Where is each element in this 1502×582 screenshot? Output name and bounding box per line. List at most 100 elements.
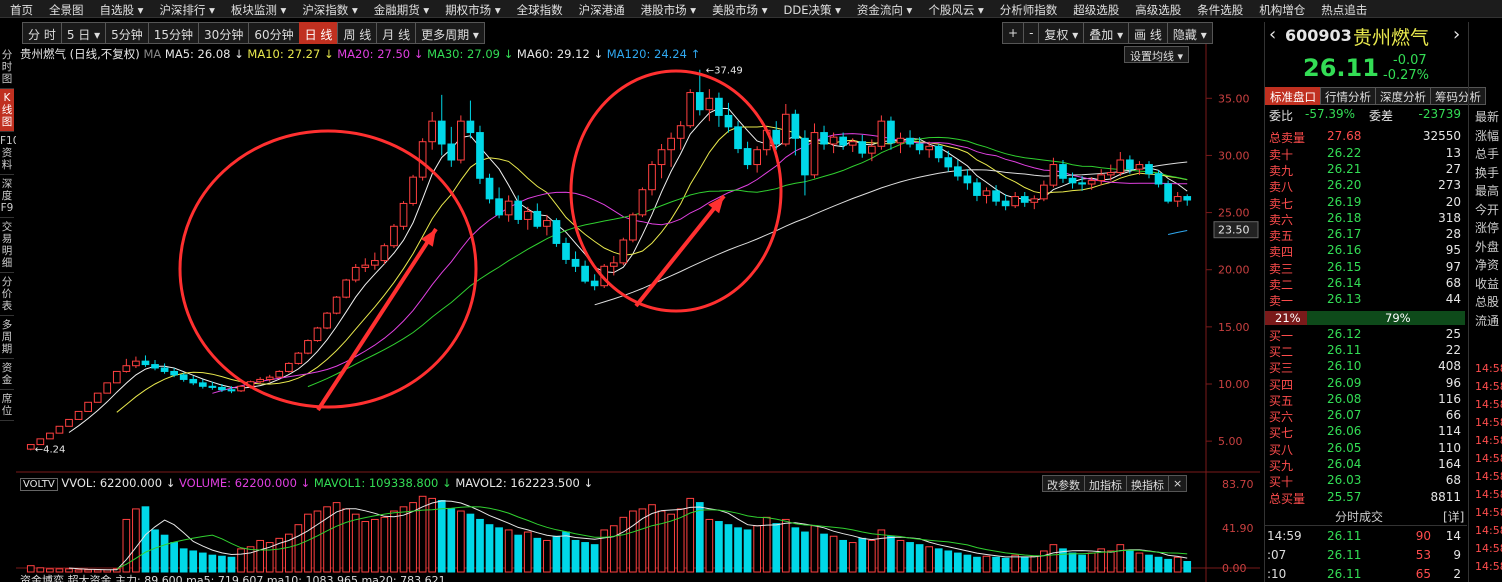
down-arrow-icon: ↓ — [413, 47, 424, 61]
ticks-detail-link[interactable]: [详] — [1443, 508, 1464, 525]
chart-tool-button[interactable]: - — [1023, 22, 1040, 44]
left-tab[interactable]: 多周期 — [0, 316, 14, 359]
kline-chart-area[interactable]: 35.00 30.00 25.00 20.00 15.00 10.00 5.00 23.50 8… — [16, 44, 1260, 582]
menu-item[interactable]: 金融期货 ▾ — [364, 0, 435, 17]
menu-item[interactable]: 沪深排行 ▾ — [149, 0, 220, 17]
add-indicator-button[interactable]: 加指标 — [1084, 475, 1127, 492]
bid-label: 买五 — [1269, 393, 1294, 408]
candle-body — [265, 376, 274, 380]
menu-item[interactable]: 资金流向 ▾ — [847, 0, 918, 17]
period-tab[interactable]: 60分钟 — [248, 22, 300, 44]
left-tab[interactable]: 交易明细 — [0, 218, 14, 273]
left-tab[interactable]: 席位 — [0, 390, 14, 421]
menu-item[interactable]: 个股风云 ▾ — [918, 0, 989, 17]
candle-body — [552, 220, 561, 244]
set-ma-button[interactable]: 设置均线 ▾ — [1124, 46, 1190, 63]
ratio-right: 79% — [1385, 310, 1411, 325]
volume-bar — [1164, 558, 1172, 573]
chart-tool-button[interactable]: 隐藏 ▾ — [1166, 22, 1213, 44]
menu-item[interactable]: 板块监测 ▾ — [221, 0, 292, 17]
candle-body — [906, 137, 914, 145]
left-tab[interactable]: F10资料 — [0, 132, 19, 175]
volume-bar — [896, 539, 905, 573]
menu-item[interactable]: 超级选股 — [1063, 0, 1125, 17]
period-tab[interactable]: 更多周期 ▾ — [415, 22, 485, 44]
low-price-label: ←4.24 — [35, 444, 66, 455]
tick-count: 9 — [1453, 548, 1461, 562]
menu-item[interactable]: 全景图 — [39, 0, 90, 17]
ask-label: 卖二 — [1269, 278, 1294, 292]
side-field-label: 流通 — [1475, 313, 1500, 328]
left-tab[interactable]: 分价表 — [0, 273, 14, 316]
menu-item[interactable]: 自选股 ▾ — [90, 0, 150, 17]
candle-body — [973, 182, 981, 196]
price-change: -0.07 — [1393, 53, 1427, 68]
price-axis-label: 25.00 — [1218, 207, 1250, 220]
bid-price: 26.04 — [1327, 457, 1362, 471]
chart-tool-button[interactable]: 画 线 — [1128, 22, 1168, 44]
volume-bar — [1078, 554, 1086, 573]
quote-tab[interactable]: 深度分析 — [1375, 87, 1431, 105]
ask-volume: 97 — [1445, 259, 1461, 274]
close-icon[interactable]: × — [1168, 475, 1188, 492]
quote-tab[interactable]: 行情分析 — [1320, 87, 1376, 105]
volume-bar — [399, 506, 408, 573]
kline-chart[interactable]: 35.00 30.00 25.00 20.00 15.00 10.00 5.00 23.50 8… — [16, 44, 1260, 582]
period-tab[interactable]: 月 线 — [376, 22, 417, 44]
volume-bar — [600, 529, 609, 573]
period-tab[interactable]: 日 线 — [298, 22, 339, 44]
period-tab[interactable]: 周 线 — [337, 22, 378, 44]
left-tab[interactable]: K线图 — [0, 89, 14, 132]
candle-body — [533, 210, 542, 227]
tick-time: 14:59 — [1267, 529, 1302, 543]
chart-tool-button[interactable]: 复权 ▾ — [1038, 22, 1085, 44]
tick-volume: 90 — [1415, 529, 1431, 543]
left-tab[interactable]: 资金 — [0, 359, 14, 390]
menu-item[interactable]: 条件选股 — [1187, 0, 1249, 17]
side-time: 14:58 — [1475, 362, 1502, 375]
chart-tool-button[interactable]: 叠加 ▾ — [1083, 22, 1130, 44]
menu-item[interactable]: 美股市场 ▾ — [702, 0, 773, 17]
volume-bar — [944, 550, 953, 573]
menu-item[interactable]: 热点追击 — [1311, 0, 1373, 17]
period-tab[interactable]: 30分钟 — [198, 22, 250, 44]
weibi-label: 委比 — [1269, 109, 1294, 123]
ask-label: 卖一 — [1269, 294, 1294, 309]
menu-item[interactable]: 首页 — [0, 0, 39, 17]
ask-price: 26.19 — [1327, 194, 1362, 209]
menu-item[interactable]: 高级选股 — [1125, 0, 1187, 17]
period-tab[interactable]: 5分钟 — [105, 22, 149, 44]
left-tab[interactable]: 深度F9 — [0, 175, 14, 218]
menu-item[interactable]: 沪深港通 — [569, 0, 631, 17]
period-tab[interactable]: 5 日 ▾ — [60, 22, 107, 44]
candle-body — [1059, 164, 1067, 179]
chart-background — [16, 44, 1260, 582]
period-tab[interactable]: 15分钟 — [147, 22, 200, 44]
tick-count: 14 — [1445, 529, 1461, 543]
chart-tool-button[interactable]: + — [1002, 22, 1025, 44]
menu-item[interactable]: DDE决策 ▾ — [774, 0, 847, 17]
ask-volume: 273 — [1438, 178, 1461, 193]
candle-body — [896, 137, 905, 144]
period-tab[interactable]: 分 时 — [22, 22, 62, 44]
volume-bar — [208, 554, 217, 573]
quote-tab[interactable]: 标准盘口 — [1265, 87, 1321, 105]
menu-item[interactable]: 期权市场 ▾ — [435, 0, 506, 17]
menu-item[interactable]: 机构增仓 — [1249, 0, 1311, 17]
candle-body — [313, 327, 322, 342]
menu-item[interactable]: 分析师指数 — [990, 0, 1064, 17]
candle-body — [457, 120, 465, 161]
left-tab[interactable]: 分时图 — [0, 46, 14, 89]
menu-item[interactable]: 港股市场 ▾ — [631, 0, 702, 17]
candle-body — [953, 166, 962, 177]
menu-item[interactable]: 沪深指数 ▾ — [292, 0, 363, 17]
candle-body — [1154, 173, 1163, 185]
switch-indicator-button[interactable]: 换指标 — [1126, 475, 1169, 492]
change-params-button[interactable]: 改参数 — [1042, 475, 1085, 492]
nav-prev-icon[interactable]: ‹ — [1269, 24, 1276, 45]
menu-item[interactable]: 全球指数 — [507, 0, 569, 17]
volume-bar — [715, 521, 723, 573]
tick-price: 26.11 — [1327, 548, 1362, 562]
nav-next-icon[interactable]: › — [1453, 24, 1460, 45]
bid-row: 买十 26.03 68 — [1265, 473, 1465, 489]
